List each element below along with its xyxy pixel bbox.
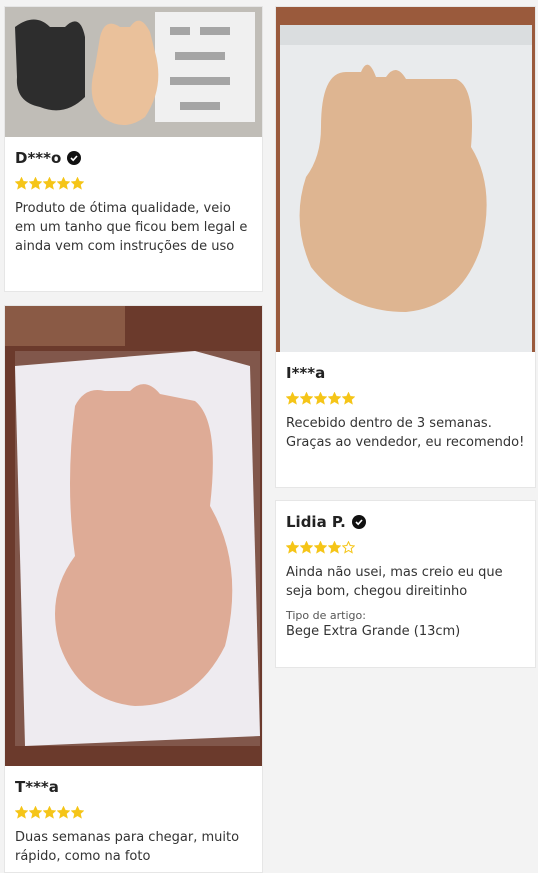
star-filled-icon [57, 806, 70, 819]
reviewer-name: D***o [15, 149, 252, 167]
reviewer-name: I***a [286, 364, 525, 382]
review-text: Ainda não usei, mas creio eu que seja bo… [286, 565, 503, 599]
star-filled-icon [300, 392, 313, 405]
review-photo-1[interactable] [5, 7, 262, 137]
rating-stars [286, 392, 525, 406]
star-filled-icon [314, 541, 327, 554]
rating-stars [15, 177, 252, 191]
review-photo-1-image [5, 7, 262, 137]
star-filled-icon [43, 806, 56, 819]
star-filled-icon [286, 392, 299, 405]
review-text: Recebido dentro de 3 semanas. Graças ao … [286, 416, 525, 450]
star-filled-icon [300, 541, 313, 554]
reviewer-name-text: T***a [15, 778, 59, 796]
rating-stars [15, 806, 252, 820]
item-type-label: Tipo de artigo: [286, 609, 366, 622]
star-filled-icon [15, 177, 28, 190]
star-filled-icon [71, 806, 84, 819]
review-photo-4[interactable] [5, 306, 262, 766]
star-filled-icon [29, 177, 42, 190]
star-filled-icon [15, 806, 28, 819]
review-photo-4-image [5, 306, 262, 766]
item-type-value: Bege Extra Grande (13cm) [286, 624, 461, 639]
review-text: Produto de ótima qualidade, veio em um t… [15, 201, 248, 254]
review-photo-2[interactable] [276, 7, 535, 352]
reviewer-name-text: D***o [15, 149, 62, 167]
star-filled-icon [342, 392, 355, 405]
verified-badge-icon [67, 151, 82, 165]
star-filled-icon [29, 806, 42, 819]
star-filled-icon [328, 392, 341, 405]
star-filled-icon [43, 177, 56, 190]
review-card-4: T***a Duas semanas para chegar, muito rá… [4, 305, 263, 873]
star-empty-icon [342, 541, 355, 554]
star-filled-icon [71, 177, 84, 190]
star-filled-icon [314, 392, 327, 405]
review-card-3: Lidia P. Ainda não usei, mas creio eu qu… [275, 500, 536, 668]
reviewer-name: T***a [15, 778, 252, 796]
rating-stars [286, 541, 525, 555]
star-filled-icon [328, 541, 341, 554]
reviewer-name: Lidia P. [286, 513, 525, 531]
reviewer-name-text: I***a [286, 364, 326, 382]
reviewer-name-text: Lidia P. [286, 513, 346, 531]
review-photo-2-image [276, 7, 535, 352]
review-card-1: D***o Produto de ótima qualidade, veio e… [4, 6, 263, 292]
star-filled-icon [286, 541, 299, 554]
verified-badge-icon [351, 515, 366, 529]
review-text: Duas semanas para chegar, muito rápido, … [15, 830, 240, 864]
star-filled-icon [57, 177, 70, 190]
review-card-2: I***a Recebido dentro de 3 semanas. Graç… [275, 6, 536, 488]
